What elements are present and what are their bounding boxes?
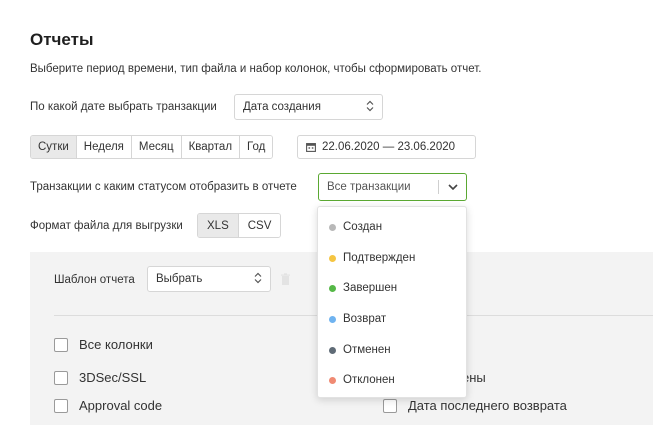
checkbox-label: Дата последнего возврата — [408, 398, 567, 413]
status-option-label: Подтвержден — [343, 252, 416, 264]
status-option-label: Создан — [343, 221, 383, 233]
calendar-icon — [306, 142, 316, 152]
status-dot — [329, 315, 336, 323]
period-year-button[interactable]: Год — [240, 136, 273, 158]
template-label: Шаблон отчета — [54, 274, 135, 286]
format-segmented-control: XLS CSV — [197, 213, 282, 238]
template-select[interactable]: Выбрать — [147, 266, 271, 292]
status-option-label: Завершен — [343, 282, 398, 294]
status-dot — [329, 376, 336, 384]
status-dot — [329, 223, 336, 231]
status-option-confirmed[interactable]: Подтвержден — [318, 243, 466, 273]
status-label: Транзакции с каким статусом отобразить в… — [30, 181, 297, 193]
checkbox-box[interactable] — [54, 337, 68, 352]
checkbox-label: Approval code — [79, 398, 163, 413]
period-week-button[interactable]: Неделя — [76, 136, 132, 158]
date-by-label: По какой дате выбрать транзакции — [30, 101, 217, 113]
status-dot — [329, 346, 336, 354]
checkbox-approval-code[interactable]: Approval code — [54, 398, 162, 413]
checkbox-last-refund-date[interactable]: Дата последнего возврата — [383, 398, 567, 413]
date-range-picker[interactable]: 22.06.2020 — 23.06.2020 — [297, 135, 476, 159]
updown-chevron-icon — [254, 272, 262, 286]
template-value: Выбрать — [156, 273, 203, 285]
checkbox-box[interactable] — [54, 398, 68, 413]
status-option-created[interactable]: Создан — [318, 212, 466, 242]
status-option-cancelled[interactable]: Отменен — [318, 335, 466, 365]
trash-icon[interactable] — [280, 273, 291, 291]
date-by-select[interactable]: Дата создания — [234, 94, 383, 120]
status-select[interactable]: Все транзакции — [318, 173, 467, 201]
status-dot — [329, 254, 336, 262]
checkbox-all-columns[interactable]: Все колонки — [54, 337, 153, 352]
page-title: Отчеты — [30, 30, 94, 49]
status-option-completed[interactable]: Завершен — [318, 273, 466, 303]
period-month-button[interactable]: Месяц — [131, 136, 182, 158]
checkbox-label: Все колонки — [79, 337, 153, 352]
status-option-refund[interactable]: Возврат — [318, 304, 466, 334]
checkbox-3dsec[interactable]: 3DSec/SSL — [54, 370, 146, 385]
period-quarter-button[interactable]: Квартал — [181, 136, 241, 158]
date-range-value: 22.06.2020 — 23.06.2020 — [322, 141, 456, 153]
period-day-button[interactable]: Сутки — [31, 136, 77, 158]
status-value: Все транзакции — [327, 181, 411, 193]
page-subtitle: Выберите период времени, тип файла и наб… — [30, 63, 482, 75]
checkbox-label: 3DSec/SSL — [79, 370, 147, 385]
format-label: Формат файла для выгрузки — [30, 220, 183, 232]
checkbox-box[interactable] — [54, 370, 68, 385]
status-dropdown-menu: Создан Подтвержден Завершен Возврат Отме… — [317, 206, 467, 398]
chevron-down-icon[interactable] — [439, 184, 466, 190]
status-option-label: Отменен — [343, 344, 391, 356]
status-option-declined[interactable]: Отклонен — [318, 365, 466, 395]
status-option-label: Возврат — [343, 313, 387, 325]
updown-chevron-icon — [366, 100, 374, 114]
status-dot — [329, 284, 336, 292]
status-option-label: Отклонен — [343, 374, 395, 386]
period-segmented-control: Сутки Неделя Месяц Квартал Год — [30, 135, 274, 159]
checkbox-box[interactable] — [383, 398, 397, 413]
format-csv-button[interactable]: CSV — [238, 214, 281, 237]
format-xls-button[interactable]: XLS — [198, 214, 239, 237]
date-by-value: Дата создания — [243, 101, 321, 113]
